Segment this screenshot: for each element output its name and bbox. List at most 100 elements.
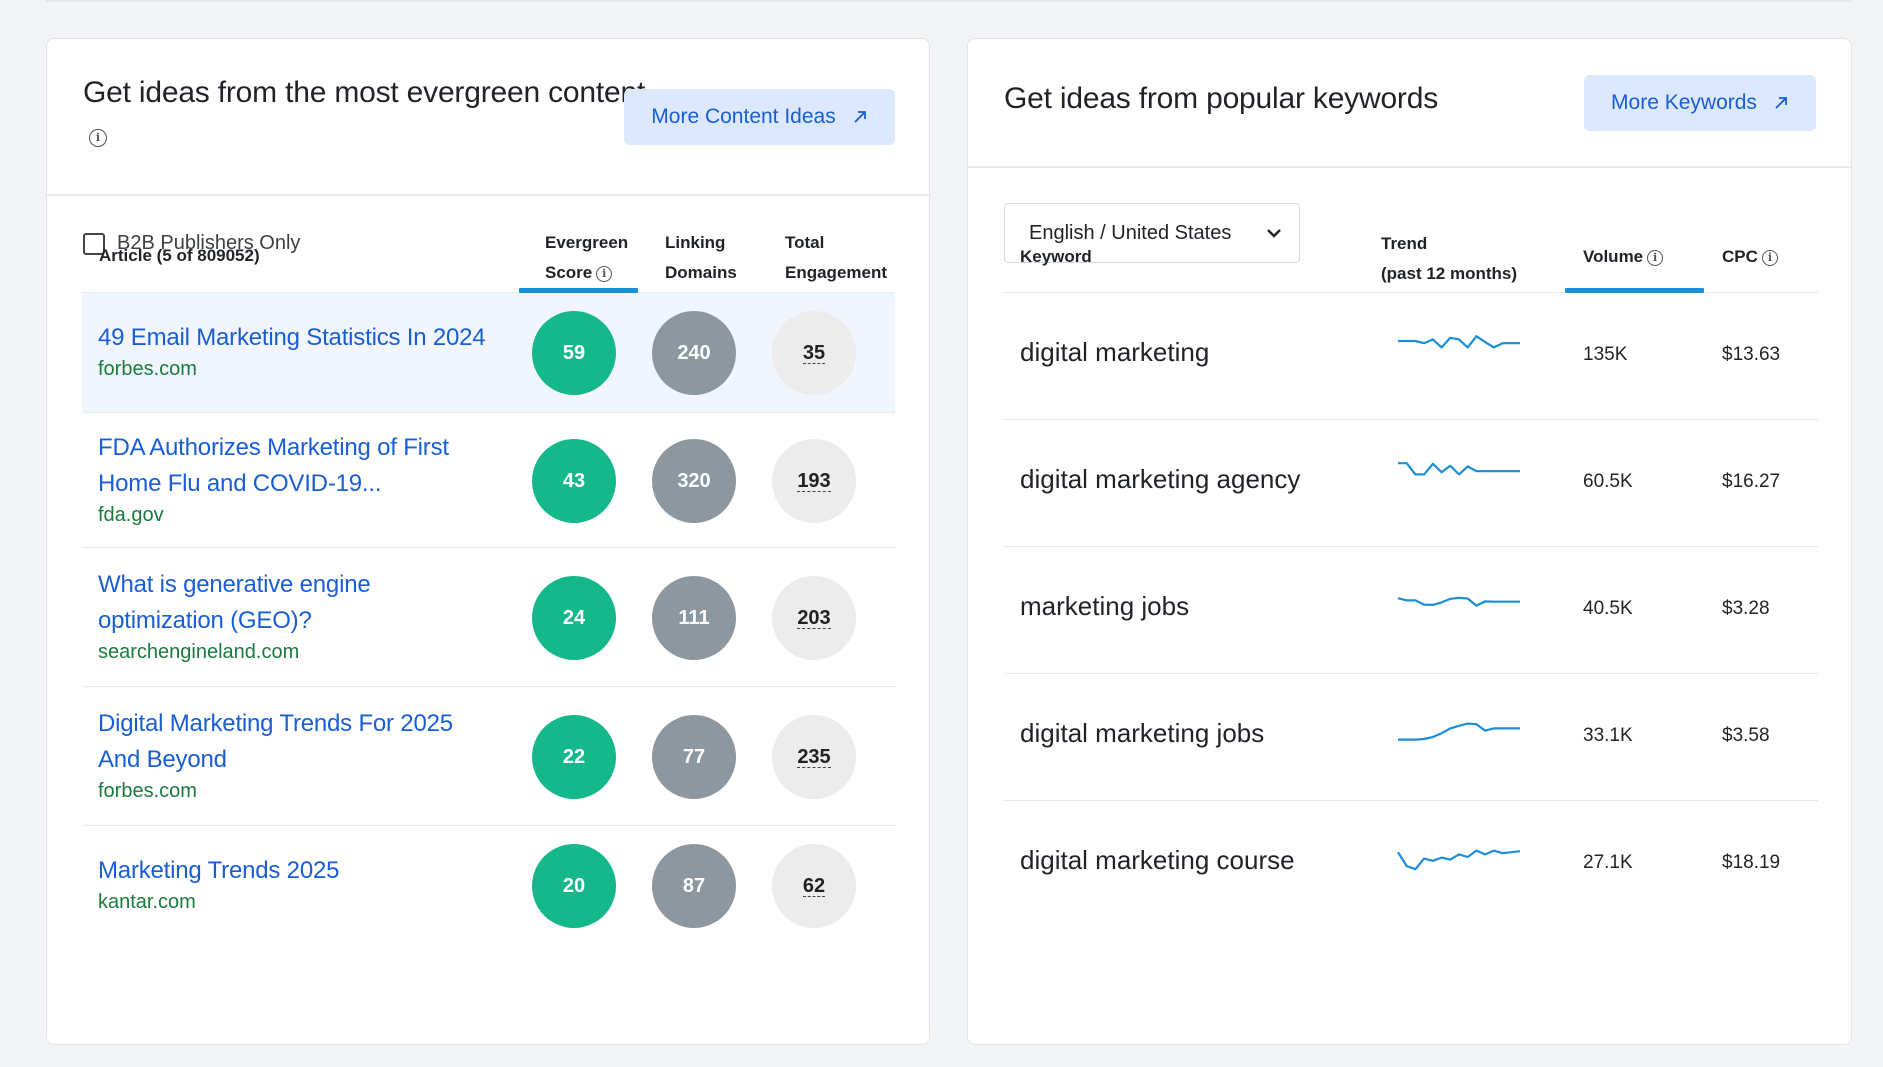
article-title-line: Digital Marketing Trends For 2025 bbox=[98, 710, 453, 737]
trend-sparkline bbox=[1398, 462, 1520, 476]
keyword-row[interactable]: digital marketing jobs 33.1K $3.58 bbox=[1003, 674, 1818, 801]
total-engagement-badge[interactable]: 193 bbox=[772, 439, 856, 523]
total-engagement-badge[interactable]: 235 bbox=[772, 715, 856, 799]
header-line: Engagement bbox=[785, 263, 888, 282]
table-row[interactable]: 49 Email Marketing Statistics In 2024 for… bbox=[82, 293, 895, 413]
button-label: More Content Ideas bbox=[651, 105, 836, 128]
header-line: Evergreen bbox=[545, 233, 629, 252]
keyword-row[interactable]: digital marketing 135K $13.63 bbox=[1003, 293, 1818, 420]
info-icon[interactable]: i bbox=[596, 266, 613, 282]
linking-domains-badge: 77 bbox=[652, 715, 736, 799]
keyword-row[interactable]: digital marketing course 27.1K $18.19 bbox=[1003, 801, 1818, 928]
evergreen-score-badge-value: 20 bbox=[562, 874, 586, 897]
keyword-text[interactable]: marketing jobs bbox=[1020, 591, 1189, 622]
header-line: Score bbox=[545, 263, 593, 282]
total-engagement-badge-value: 193 bbox=[797, 469, 831, 492]
column-header-cpc[interactable]: CPC i bbox=[1722, 242, 1778, 272]
article-domain: kantar.com bbox=[98, 891, 196, 913]
article-title-link[interactable]: Digital Marketing Trends For 2025 And Bey… bbox=[98, 706, 453, 778]
total-engagement-badge[interactable]: 35 bbox=[772, 311, 856, 395]
total-engagement-badge[interactable]: 203 bbox=[772, 576, 856, 660]
external-arrow-icon bbox=[1775, 97, 1787, 109]
evergreen-score-badge: 20 bbox=[532, 844, 616, 928]
info-icon[interactable]: i bbox=[1647, 250, 1664, 266]
article-domain: forbes.com bbox=[98, 780, 197, 802]
evergreen-score-badge-value: 24 bbox=[562, 606, 586, 629]
table-row[interactable]: Digital Marketing Trends For 2025 And Bey… bbox=[82, 687, 895, 826]
linking-domains-badge-value: 111 bbox=[678, 606, 710, 629]
more-content-ideas-button[interactable]: More Content Ideas bbox=[624, 89, 895, 145]
card-title: Get ideas from the most evergreen conten… bbox=[83, 76, 646, 109]
keyword-row[interactable]: marketing jobs 40.5K $3.28 bbox=[1003, 547, 1818, 674]
evergreen-score-badge-value: 59 bbox=[562, 341, 586, 364]
popular-keywords-card: Get ideas from popular keywords More Key… bbox=[967, 38, 1852, 1045]
trend-sparkline bbox=[1397, 849, 1521, 871]
article-title-link[interactable]: FDA Authorizes Marketing of First Home Fl… bbox=[98, 430, 449, 502]
keyword-volume: 27.1K bbox=[1583, 852, 1633, 873]
table-row[interactable]: What is generative engine optimization (G… bbox=[82, 548, 895, 687]
keyword-text[interactable]: digital marketing agency bbox=[1020, 464, 1300, 495]
total-engagement-badge[interactable]: 62 bbox=[772, 844, 856, 928]
external-arrow-icon bbox=[854, 111, 866, 123]
column-header-total-engagement[interactable]: Total Engagement bbox=[785, 228, 887, 288]
column-header-article: Article (5 of 809052) bbox=[99, 246, 260, 265]
keyword-text[interactable]: digital marketing bbox=[1020, 337, 1209, 368]
linking-domains-badge-value: 320 bbox=[677, 469, 711, 492]
article-title-line: And Beyond bbox=[98, 746, 227, 773]
keyword-cpc: $16.27 bbox=[1722, 471, 1781, 492]
header-line: Total bbox=[785, 233, 825, 252]
total-engagement-badge-value: 203 bbox=[797, 606, 831, 629]
keyword-volume: 33.1K bbox=[1583, 725, 1633, 746]
trend-line bbox=[1398, 462, 1520, 476]
evergreen-score-badge-value: 22 bbox=[562, 745, 586, 768]
keyword-volume: 60.5K bbox=[1583, 471, 1633, 492]
info-icon[interactable]: i bbox=[89, 129, 107, 147]
header-line: Linking bbox=[665, 233, 726, 252]
article-title-link[interactable]: What is generative engine optimization (G… bbox=[98, 567, 371, 639]
chevron-down-icon bbox=[1267, 229, 1281, 238]
linking-domains-badge-value: 77 bbox=[682, 745, 706, 768]
keyword-cpc: $3.28 bbox=[1722, 598, 1770, 619]
header-line: (past 12 months) bbox=[1381, 264, 1518, 283]
column-header-keyword: Keyword bbox=[1020, 247, 1092, 266]
linking-domains-badge: 320 bbox=[652, 439, 736, 523]
header-line: Domains bbox=[665, 263, 737, 282]
column-header-linking-domains[interactable]: Linking Domains bbox=[665, 228, 737, 288]
more-keywords-button[interactable]: More Keywords bbox=[1584, 75, 1816, 131]
table-row[interactable]: Marketing Trends 2025 kantar.com 20 87 62 bbox=[82, 826, 895, 946]
trend-line bbox=[1397, 849, 1521, 871]
evergreen-content-card: Get ideas from the most evergreen conten… bbox=[46, 38, 930, 1045]
evergreen-score-badge: 22 bbox=[532, 715, 616, 799]
article-title-link[interactable]: 49 Email Marketing Statistics In 2024 bbox=[98, 320, 486, 356]
linking-domains-badge-value: 87 bbox=[682, 874, 706, 897]
card-header: Get ideas from the most evergreen conten… bbox=[47, 39, 929, 196]
keyword-text[interactable]: digital marketing jobs bbox=[1020, 718, 1264, 749]
evergreen-score-badge: 59 bbox=[532, 311, 616, 395]
trend-line bbox=[1398, 722, 1520, 741]
keyword-volume: 135K bbox=[1583, 344, 1628, 365]
linking-domains-badge: 240 bbox=[652, 311, 736, 395]
keyword-cpc: $3.58 bbox=[1722, 725, 1770, 746]
keyword-cpc: $18.19 bbox=[1722, 852, 1781, 873]
header-line: Trend bbox=[1381, 234, 1428, 253]
article-title-link[interactable]: Marketing Trends 2025 bbox=[98, 853, 339, 889]
column-header-volume[interactable]: Volume i bbox=[1583, 242, 1664, 272]
column-header-evergreen-score[interactable]: Evergreen Score i bbox=[545, 228, 628, 288]
linking-domains-badge-value: 240 bbox=[677, 341, 711, 364]
keyword-volume: 40.5K bbox=[1583, 598, 1633, 619]
column-header-trend: Trend (past 12 months) bbox=[1381, 229, 1517, 289]
article-domain: fda.gov bbox=[98, 504, 164, 526]
article-title-line: optimization (GEO)? bbox=[98, 607, 312, 634]
keyword-text[interactable]: digital marketing course bbox=[1020, 845, 1295, 876]
info-icon[interactable]: i bbox=[1761, 250, 1778, 266]
total-engagement-badge-value: 235 bbox=[797, 745, 831, 768]
trend-sparkline bbox=[1398, 335, 1520, 349]
keyword-row[interactable]: digital marketing agency 60.5K $16.27 bbox=[1003, 420, 1818, 547]
trend-sparkline bbox=[1397, 596, 1520, 607]
table-row[interactable]: FDA Authorizes Marketing of First Home Fl… bbox=[82, 413, 895, 548]
article-title-line: FDA Authorizes Marketing of First bbox=[98, 434, 449, 461]
evergreen-score-badge: 24 bbox=[532, 576, 616, 660]
linking-domains-badge: 111 bbox=[652, 576, 736, 660]
button-label: More Keywords bbox=[1611, 91, 1757, 114]
trend-sparkline bbox=[1398, 722, 1520, 741]
